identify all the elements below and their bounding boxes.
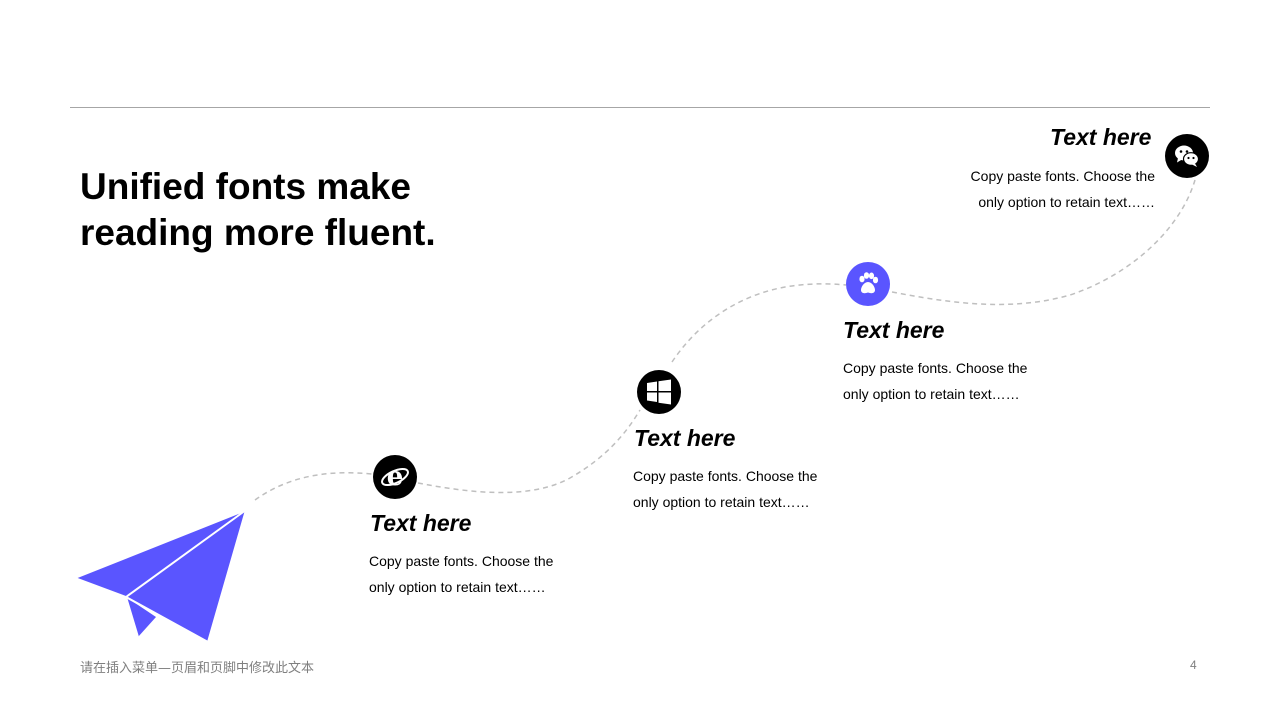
dashed-path: [254, 179, 1196, 501]
step-1-desc-line-1: Copy paste fonts. Choose the: [369, 553, 554, 569]
step-4-description: Copy paste fonts. Choose the only option…: [935, 163, 1155, 215]
wechat-icon: [1165, 134, 1209, 178]
step-1-desc-line-2: only option to retain text……: [369, 579, 546, 595]
page-number: 4: [1190, 658, 1197, 672]
step-3-description: Copy paste fonts. Choose the only option…: [843, 355, 1063, 407]
step-2-desc-line-2: only option to retain text……: [633, 494, 810, 510]
step-2-title: Text here: [634, 425, 736, 451]
step-3-desc-line-2: only option to retain text……: [843, 386, 1020, 402]
paper-plane-icon: [74, 508, 248, 643]
step-3-desc-line-1: Copy paste fonts. Choose the: [843, 360, 1028, 376]
step-2-desc-line-1: Copy paste fonts. Choose the: [633, 468, 818, 484]
step-3-title: Text here: [843, 317, 945, 343]
step-4-title: Text here: [1050, 124, 1152, 150]
windows-icon: [637, 370, 681, 414]
paw-icon: [846, 262, 890, 306]
timeline-path: [74, 179, 1196, 643]
internet-explorer-icon: e: [373, 455, 417, 499]
step-4-desc-line-1: Copy paste fonts. Choose the: [970, 168, 1155, 184]
step-1-description: Copy paste fonts. Choose the only option…: [369, 548, 589, 600]
footer-text: 请在插入菜单—页眉和页脚中修改此文本: [80, 661, 315, 676]
step-2-description: Copy paste fonts. Choose the only option…: [633, 463, 853, 515]
step-1-title: Text here: [370, 510, 472, 536]
svg-text:e: e: [387, 462, 404, 492]
step-4-desc-line-2: only option to retain text……: [978, 194, 1155, 210]
